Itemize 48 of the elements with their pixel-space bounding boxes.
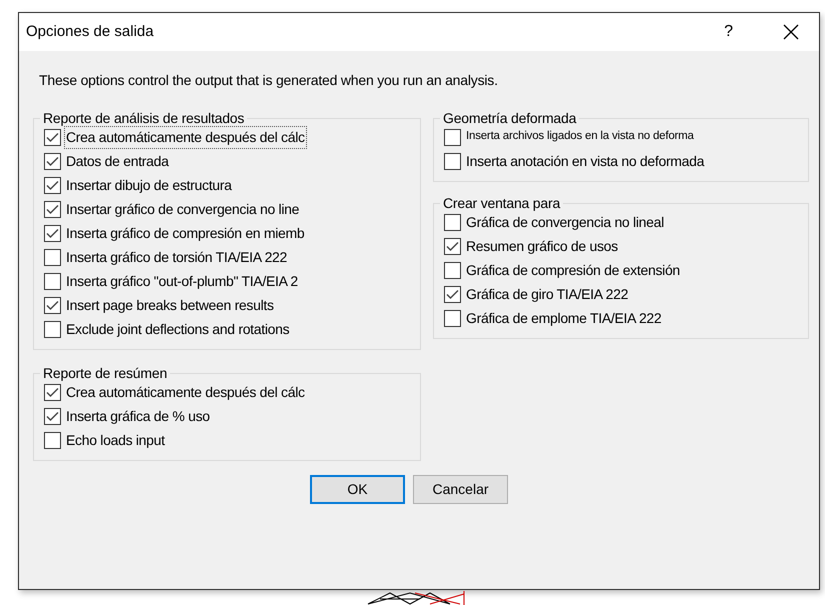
checkbox-label[interactable]: Insertar gráfico de convergencia no line (64, 198, 302, 220)
checkbox[interactable] (44, 224, 61, 242)
checkbox[interactable] (444, 152, 461, 170)
group-title: Reporte de resúmen (42, 366, 168, 380)
window-title: Opciones de salida (26, 22, 155, 42)
checkbox-label[interactable]: Gráfica de compresión de extensión (464, 258, 682, 282)
checkbox-label[interactable]: Inserta anotación en vista no deformada (464, 150, 706, 172)
checkbox[interactable] (444, 286, 461, 302)
checkbox-label[interactable]: Inserta gráfico de compresión en miemb (64, 222, 306, 244)
ok-button[interactable]: OK (310, 475, 405, 504)
checkbox[interactable] (44, 384, 61, 400)
checkbox-label[interactable]: Gráfica de convergencia no lineal (464, 210, 666, 234)
checkbox-label[interactable]: Inserta gráfico "out-of-plumb" TIA/EIA 2 (64, 270, 300, 292)
group-title: Reporte de análisis de resultados (42, 111, 246, 125)
group-title: Crear ventana para (442, 196, 562, 210)
checkbox[interactable] (44, 296, 61, 314)
checkbox[interactable] (444, 214, 461, 230)
close-icon[interactable] (783, 24, 799, 40)
checkbox-label[interactable]: Datos de entrada (64, 150, 171, 172)
checkbox[interactable] (44, 272, 61, 290)
checkbox-label[interactable]: Exclude joint deflections and rotations (64, 318, 292, 340)
checkbox-label[interactable]: Insertar dibujo de estructura (64, 174, 234, 196)
checkbox-label[interactable]: Resumen gráfico de usos (464, 234, 620, 258)
checkbox[interactable] (44, 248, 61, 266)
group-title: Geometría deformada (442, 111, 578, 125)
checkbox[interactable] (444, 310, 461, 326)
checkbox-label[interactable]: Inserta gráfica de % uso (64, 404, 212, 428)
checkbox[interactable] (44, 432, 61, 448)
checkbox[interactable] (44, 408, 61, 424)
checkbox-label[interactable]: Crea automáticamente después del cálc (64, 380, 307, 404)
checkbox[interactable] (444, 128, 461, 146)
checkbox[interactable] (44, 152, 61, 170)
checkbox[interactable] (44, 128, 61, 146)
checkbox-label[interactable]: Crea automáticamente después del cálc (64, 126, 307, 148)
checkbox-label[interactable]: Inserta gráfico de torsión TIA/EIA 222 (64, 246, 290, 268)
checkbox-label[interactable]: Echo loads input (64, 428, 167, 452)
checkbox-label[interactable]: Inserta archivos ligados en la vista no deforma (464, 127, 696, 147)
cancel-button[interactable]: Cancelar (413, 475, 508, 504)
help-button[interactable]: ? (724, 20, 733, 44)
description-text: These options control the output that is generated when you run an analysis. (39, 71, 499, 90)
checkbox-label[interactable]: Gráfica de giro TIA/EIA 222 (464, 282, 630, 306)
checkbox-label[interactable]: Gráfica de emplome TIA/EIA 222 (464, 306, 664, 330)
checkbox[interactable] (444, 238, 461, 254)
checkbox[interactable] (444, 262, 461, 278)
checkbox[interactable] (44, 320, 61, 338)
checkbox-label[interactable]: Insert page breaks between results (64, 294, 276, 316)
checkbox[interactable] (44, 200, 61, 218)
checkbox[interactable] (44, 176, 61, 194)
